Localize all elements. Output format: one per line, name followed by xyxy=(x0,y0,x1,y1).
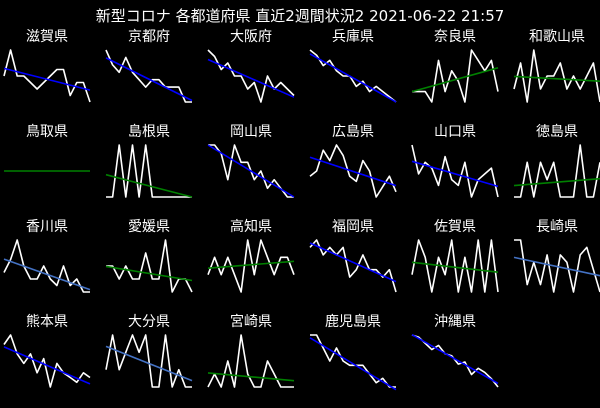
trend-line xyxy=(411,334,499,385)
panel-10: 山口県 xyxy=(405,123,505,218)
panel-19: 大分県 xyxy=(99,313,199,408)
panel-plot xyxy=(513,49,600,103)
panel-15: 福岡県 xyxy=(303,218,403,313)
panel-11: 徳島県 xyxy=(507,123,600,218)
panel-plot xyxy=(105,239,193,293)
panel-13: 愛媛県 xyxy=(99,218,199,313)
series-line xyxy=(105,334,192,388)
panel-plot xyxy=(207,49,295,103)
panel-plot xyxy=(4,170,90,172)
panel-22: 沖縄県 xyxy=(405,313,505,408)
panel-plot xyxy=(3,49,91,103)
panel-title: 沖縄県 xyxy=(434,314,476,330)
panel-title: 鹿児島県 xyxy=(325,314,381,330)
panel-8: 岡山県 xyxy=(201,123,301,218)
series-line xyxy=(514,144,600,198)
panel-title: 和歌山県 xyxy=(529,29,585,45)
panel-title: 岡山県 xyxy=(230,124,272,140)
panel-5: 和歌山県 xyxy=(507,28,600,123)
panel-plot xyxy=(309,49,397,103)
panel-title: 高知県 xyxy=(230,219,272,235)
panel-title: 広島県 xyxy=(332,124,374,140)
panel-plot xyxy=(207,144,295,198)
panel-plot xyxy=(411,239,499,293)
trend-line xyxy=(105,173,193,198)
panel-12: 香川県 xyxy=(0,218,97,313)
series-line xyxy=(207,239,295,293)
panel-title: 福岡県 xyxy=(332,219,374,235)
panel-4: 奈良県 xyxy=(405,28,505,123)
panel-title: 京都府 xyxy=(128,29,170,45)
series-line xyxy=(106,239,193,293)
trend-line xyxy=(105,57,193,102)
trend-line xyxy=(105,345,193,382)
trend-line xyxy=(207,58,295,98)
panel-18: 熊本県 xyxy=(0,313,97,408)
panel-6: 鳥取県 xyxy=(0,123,97,218)
panel-plot xyxy=(309,144,397,198)
trend-line xyxy=(3,258,91,291)
panel-plot xyxy=(309,334,397,391)
trend-line xyxy=(309,337,397,391)
series-line xyxy=(412,49,499,103)
panel-title: 大分県 xyxy=(128,314,170,330)
series-line xyxy=(207,49,295,103)
trend-line xyxy=(309,156,397,187)
panel-14: 高知県 xyxy=(201,218,301,313)
panel-title: 滋賀県 xyxy=(26,29,68,45)
trend-line xyxy=(309,242,397,283)
panel-title: 長崎県 xyxy=(536,219,578,235)
panel-title: 徳島県 xyxy=(536,124,578,140)
trend-line xyxy=(3,67,91,91)
panel-plot xyxy=(309,239,397,293)
panel-plot xyxy=(105,49,193,103)
trend-line xyxy=(207,260,295,269)
panel-plot xyxy=(3,239,91,293)
panel-title: 山口県 xyxy=(434,124,476,140)
trend-line xyxy=(309,53,397,103)
panel-plot xyxy=(207,239,295,293)
panel-plot xyxy=(411,144,499,198)
series-line xyxy=(411,144,499,198)
panel-plot xyxy=(207,334,295,388)
panel-21: 鹿児島県 xyxy=(303,313,403,408)
series-line xyxy=(106,144,192,198)
small-multiples-grid: 滋賀県 京都府 大阪府 兵庫県 奈良県 和歌山県鳥取県 島根県 岡山県 広島県 山口県 徳島県香川県… xyxy=(0,0,600,400)
panel-0: 滋賀県 xyxy=(0,28,97,123)
panel-16: 佐賀県 xyxy=(405,218,505,313)
panel-title: 宮崎県 xyxy=(230,314,272,330)
series-line xyxy=(309,239,397,293)
series-line xyxy=(310,334,396,388)
series-line xyxy=(3,49,91,103)
panel-17: 長崎県 xyxy=(507,218,600,313)
series-line xyxy=(513,49,600,103)
panel-1: 京都府 xyxy=(99,28,199,123)
panel-title: 島根県 xyxy=(128,124,170,140)
panel-plot xyxy=(513,239,600,293)
panel-title: 熊本県 xyxy=(26,314,68,330)
panel-plot xyxy=(513,144,600,198)
panel-plot xyxy=(411,334,499,388)
panel-plot xyxy=(105,144,193,198)
panel-20: 宮崎県 xyxy=(201,313,301,408)
panel-title: 奈良県 xyxy=(434,29,476,45)
panel-3: 兵庫県 xyxy=(303,28,403,123)
panel-title: 兵庫県 xyxy=(332,29,374,45)
panel-7: 島根県 xyxy=(99,123,199,218)
panel-2: 大阪府 xyxy=(201,28,301,123)
panel-plot xyxy=(3,334,91,388)
series-line xyxy=(411,239,499,293)
panel-9: 広島県 xyxy=(303,123,403,218)
panel-title: 愛媛県 xyxy=(128,219,170,235)
trend-line xyxy=(207,144,295,198)
panel-title: 香川県 xyxy=(26,219,68,235)
trend-line xyxy=(411,67,499,93)
panel-title: 佐賀県 xyxy=(434,219,476,235)
trend-line xyxy=(3,346,91,385)
panel-plot xyxy=(105,334,193,388)
panel-plot xyxy=(411,49,499,103)
panel-title: 鳥取県 xyxy=(26,124,68,140)
panel-title: 大阪府 xyxy=(230,29,272,45)
